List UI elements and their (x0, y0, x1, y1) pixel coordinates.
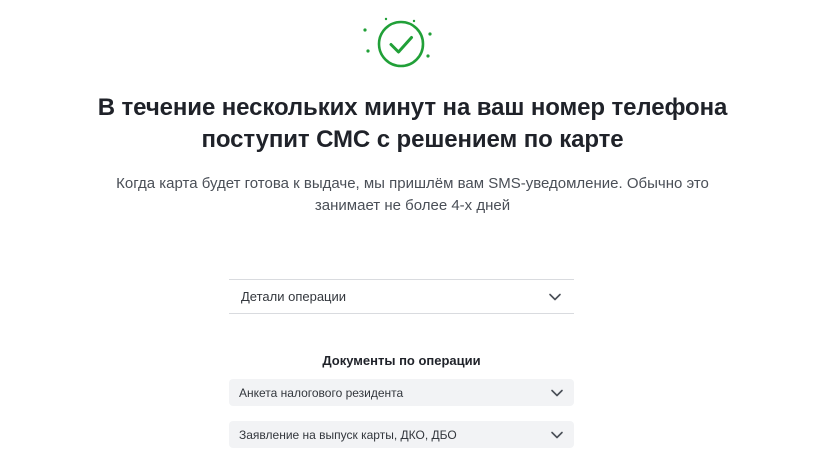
document-item-label: Заявление на выпуск карты, ДКО, ДБО (239, 427, 457, 442)
page-title: В течение нескольких минут на ваш номер … (0, 92, 825, 156)
operation-details-label: Детали операции (241, 289, 347, 304)
documents-title: Документы по операции (322, 353, 481, 368)
title-line-1: В течение нескольких минут на ваш номер … (97, 94, 728, 121)
title-line-2: поступит СМС с решением по карте (201, 126, 624, 153)
document-item-label: Анкета налогового резидента (239, 385, 404, 400)
success-page: В течение нескольких минут на ваш номер … (0, 0, 825, 460)
document-item-tax-resident-form[interactable]: Анкета налогового резидента (229, 379, 574, 406)
operation-details-accordion[interactable]: Детали операции (229, 279, 574, 314)
chevron-down-icon (549, 293, 561, 300)
success-checkmark-icon (362, 15, 434, 73)
description-line-1: Когда карта будет готова к выдаче, мы пр… (116, 175, 709, 192)
description: Когда карта будет готова к выдаче, мы пр… (0, 173, 825, 217)
chevron-down-icon (551, 431, 563, 438)
document-item-card-application[interactable]: Заявление на выпуск карты, ДКО, ДБО (229, 421, 574, 448)
chevron-down-icon (551, 389, 563, 396)
description-line-2: занимает не более 4-х дней (314, 197, 511, 214)
